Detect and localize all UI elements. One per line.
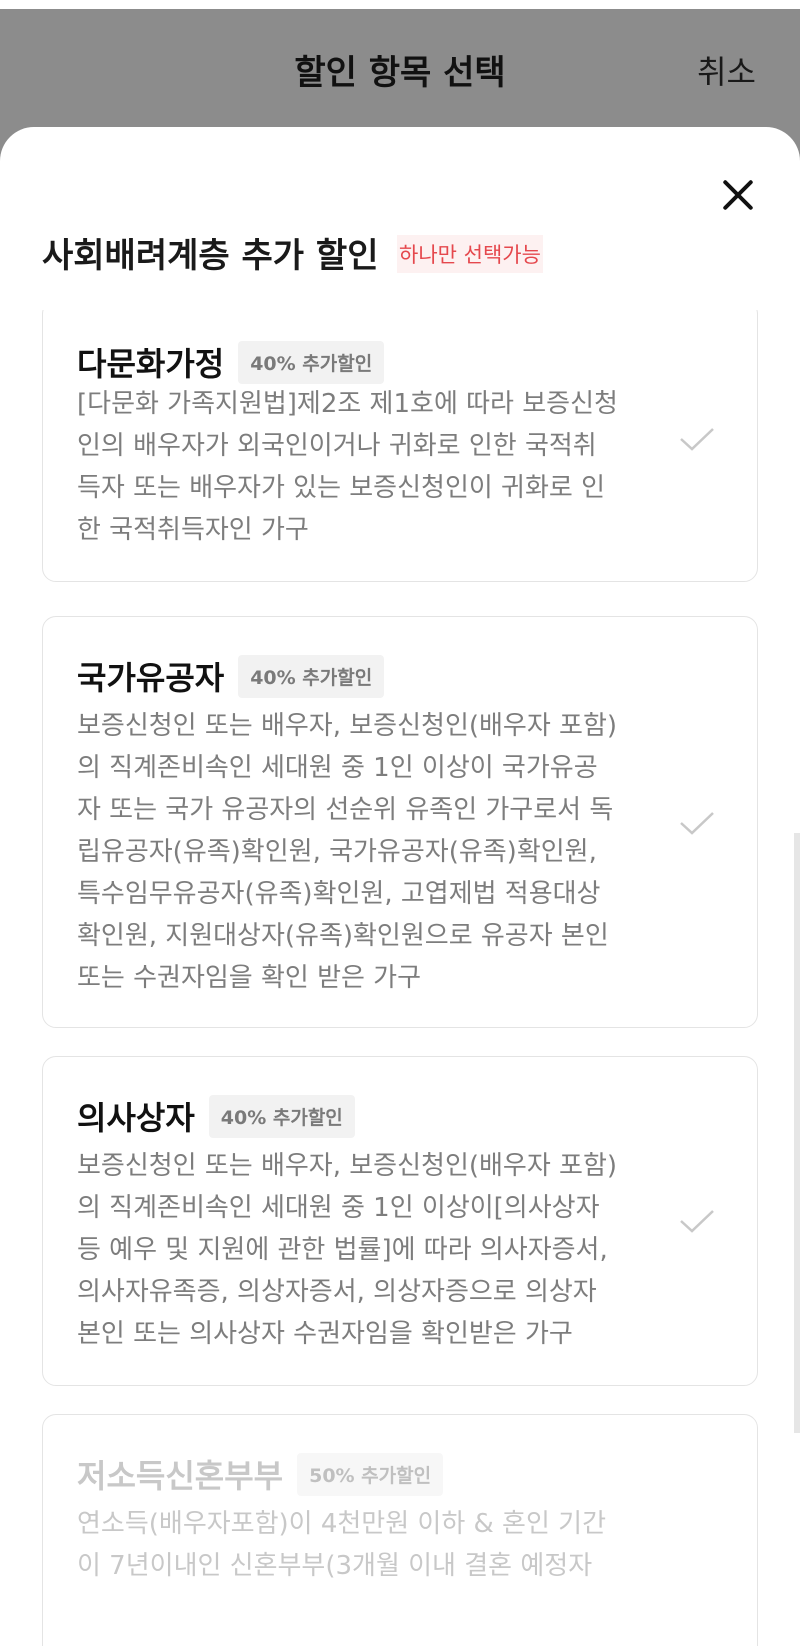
option-header: 의사상자 40% 추가할인 — [77, 1093, 355, 1139]
option-name: 다문화가정 — [77, 345, 225, 383]
bottom-sheet: 사회배려계층 추가 할인 하나만 선택가능 다문화가정 40% 추가할인 [다문… — [0, 127, 800, 1646]
status-bar-strip — [0, 0, 800, 9]
description-line: 특수임무유공자(유족)확인원, 고엽제법 적용대상 — [77, 879, 601, 909]
description-line: 의 직계존비속인 세대원 중 1인 이상이 국가유공 — [77, 753, 598, 783]
description-line: 이 7년이내인 신혼부부(3개월 이내 결혼 예정자 — [77, 1551, 593, 1581]
description-line: 의사자유족증, 의상자증서, 의상자증으로 의상자 — [77, 1277, 597, 1307]
option-description: 보증신청인 또는 배우자, 보증신청인(배우자 포함) 의 직계존비속인 세대원… — [77, 1145, 637, 1355]
description-line: 한 국적취득자인 가구 — [77, 515, 309, 545]
discount-option-righteous-person[interactable]: 의사상자 40% 추가할인 보증신청인 또는 배우자, 보증신청인(배우자 포함… — [42, 1056, 758, 1386]
option-header: 저소득신혼부부 50% 추가할인 — [77, 1451, 444, 1497]
description-line: 득자 또는 배우자가 있는 보증신청인이 귀화로 인 — [77, 473, 605, 503]
description-line: 본인 또는 의사상자 수권자임을 확인받은 가구 — [77, 1319, 573, 1349]
description-line: 립유공자(유족)확인원, 국가유공자(유족)확인원, — [77, 837, 597, 867]
option-header: 다문화가정 40% 추가할인 — [77, 339, 385, 385]
description-line: 인의 배우자가 외국인이거나 귀화로 인한 국적취 — [77, 431, 597, 461]
discount-badge: 40% 추가할인 — [208, 1094, 355, 1138]
description-line: 보증신청인 또는 배우자, 보증신청인(배우자 포함) — [77, 1151, 618, 1181]
check-icon — [679, 811, 715, 835]
description-line: 등 예우 및 지원에 관한 법률]에 따라 의사자증서, — [77, 1235, 608, 1265]
option-name: 국가유공자 — [77, 659, 225, 697]
sheet-title: 사회배려계층 추가 할인 — [42, 236, 379, 276]
discount-option-multicultural[interactable]: 다문화가정 40% 추가할인 [다문화 가족지원법]제2조 제1호에 따라 보증… — [42, 310, 758, 582]
description-line: 확인원, 지원대상자(유족)확인원으로 유공자 본인 — [77, 921, 609, 951]
description-line: [다문화 가족지원법]제2조 제1호에 따라 보증신청 — [77, 389, 618, 419]
scrollbar[interactable] — [794, 833, 800, 1433]
option-name: 의사상자 — [77, 1099, 195, 1137]
description-line: 자 또는 국가 유공자의 선순위 유족인 가구로서 독 — [77, 795, 614, 825]
discount-option-list: 다문화가정 40% 추가할인 [다문화 가족지원법]제2조 제1호에 따라 보증… — [0, 310, 800, 1646]
cancel-button[interactable]: 취소 — [697, 47, 756, 93]
description-line: 보증신청인 또는 배우자, 보증신청인(배우자 포함) — [77, 711, 618, 741]
discount-option-low-income-newlyweds: 저소득신혼부부 50% 추가할인 연소득(배우자포함)이 4천만원 이하 & 혼… — [42, 1414, 758, 1646]
option-header: 국가유공자 40% 추가할인 — [77, 653, 385, 699]
description-line: 의 직계존비속인 세대원 중 1인 이상이[의사상자 — [77, 1193, 600, 1223]
option-description: 연소득(배우자포함)이 4천만원 이하 & 혼인 기간 이 7년이내인 신혼부부… — [77, 1503, 637, 1587]
check-icon — [679, 1209, 715, 1233]
option-name: 저소득신혼부부 — [77, 1457, 284, 1495]
discount-badge: 50% 추가할인 — [297, 1452, 444, 1496]
option-description: [다문화 가족지원법]제2조 제1호에 따라 보증신청 인의 배우자가 외국인이… — [77, 383, 637, 551]
header: 할인 항목 선택 취소 — [0, 9, 800, 127]
discount-badge: 40% 추가할인 — [238, 340, 385, 384]
description-line: 연소득(배우자포함)이 4천만원 이하 & 혼인 기간 — [77, 1509, 606, 1539]
discount-badge: 40% 추가할인 — [238, 654, 385, 698]
description-line: 또는 수권자임을 확인 받은 가구 — [77, 963, 422, 993]
check-icon — [679, 427, 715, 451]
close-icon[interactable] — [718, 175, 758, 215]
discount-option-national-merit[interactable]: 국가유공자 40% 추가할인 보증신청인 또는 배우자, 보증신청인(배우자 포… — [42, 616, 758, 1028]
page-title: 할인 항목 선택 — [294, 53, 506, 93]
single-select-notice: 하나만 선택가능 — [397, 235, 543, 273]
option-description: 보증신청인 또는 배우자, 보증신청인(배우자 포함) 의 직계존비속인 세대원… — [77, 705, 637, 999]
